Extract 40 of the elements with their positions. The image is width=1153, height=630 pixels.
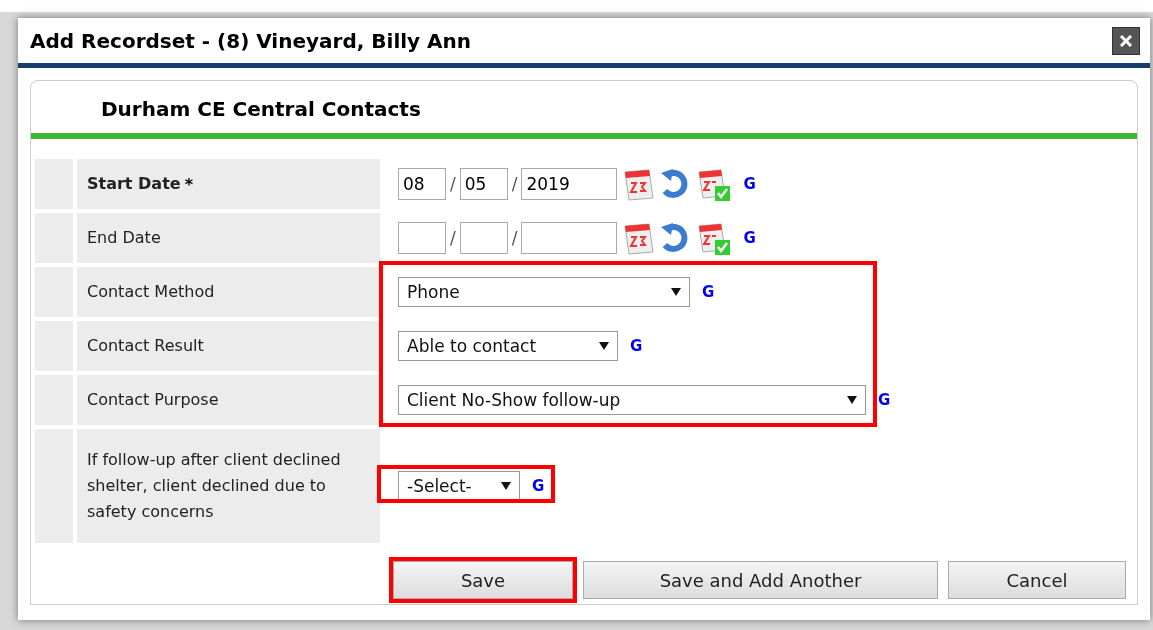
g-link[interactable]: G [743, 229, 756, 247]
form-button[interactable]: Save and Add Another [583, 561, 938, 599]
date-separator: / [511, 174, 518, 194]
g-link[interactable]: G [532, 477, 545, 495]
field-label: Contact Purpose [87, 389, 219, 411]
g-link[interactable]: G [878, 391, 891, 409]
caret-icon [847, 396, 857, 404]
caret-icon [501, 482, 511, 490]
dropdown-field[interactable]: Phone [398, 277, 690, 307]
g-link[interactable]: G [702, 283, 715, 301]
day-field[interactable] [459, 222, 508, 254]
g-link[interactable]: G [630, 337, 643, 355]
date-separator: / [450, 228, 456, 248]
dropdown-field[interactable]: Client No-Show follow-up [398, 385, 866, 415]
field-label: Contact Result [87, 335, 204, 357]
calendar-icon[interactable] [621, 220, 656, 256]
date-separator: / [511, 228, 518, 248]
g-link[interactable]: G [743, 175, 756, 193]
form-heading: Durham CE Central Contacts [31, 81, 1137, 139]
date-separator: / [450, 174, 456, 194]
window-title: Add Recordset - (8) Vineyard, Billy Ann [30, 28, 472, 53]
close-icon[interactable] [1112, 26, 1140, 55]
caret-icon [599, 342, 609, 350]
caret-icon [671, 288, 681, 296]
year-field[interactable]: 2019 [521, 168, 618, 200]
dropdown-field[interactable]: -Select- [398, 471, 520, 501]
month-field[interactable]: 08 [398, 168, 446, 200]
form-button[interactable]: Cancel [948, 561, 1126, 599]
day-field[interactable]: 05 [459, 168, 508, 200]
field-label: End Date [87, 227, 161, 249]
field-label: Start Date [87, 173, 181, 195]
calendar-check-icon[interactable] [695, 166, 732, 202]
required-mark: * [184, 174, 194, 194]
field-label: Contact Method [87, 281, 215, 303]
field-label: If follow-up after client declined shelter, client declined due to safety concerns [87, 449, 342, 523]
year-field[interactable] [521, 222, 618, 254]
calendar-check-icon[interactable] [695, 220, 732, 256]
dropdown-field[interactable]: Able to contact [398, 331, 618, 361]
calendar-icon[interactable] [621, 166, 656, 202]
month-field[interactable] [398, 222, 446, 254]
